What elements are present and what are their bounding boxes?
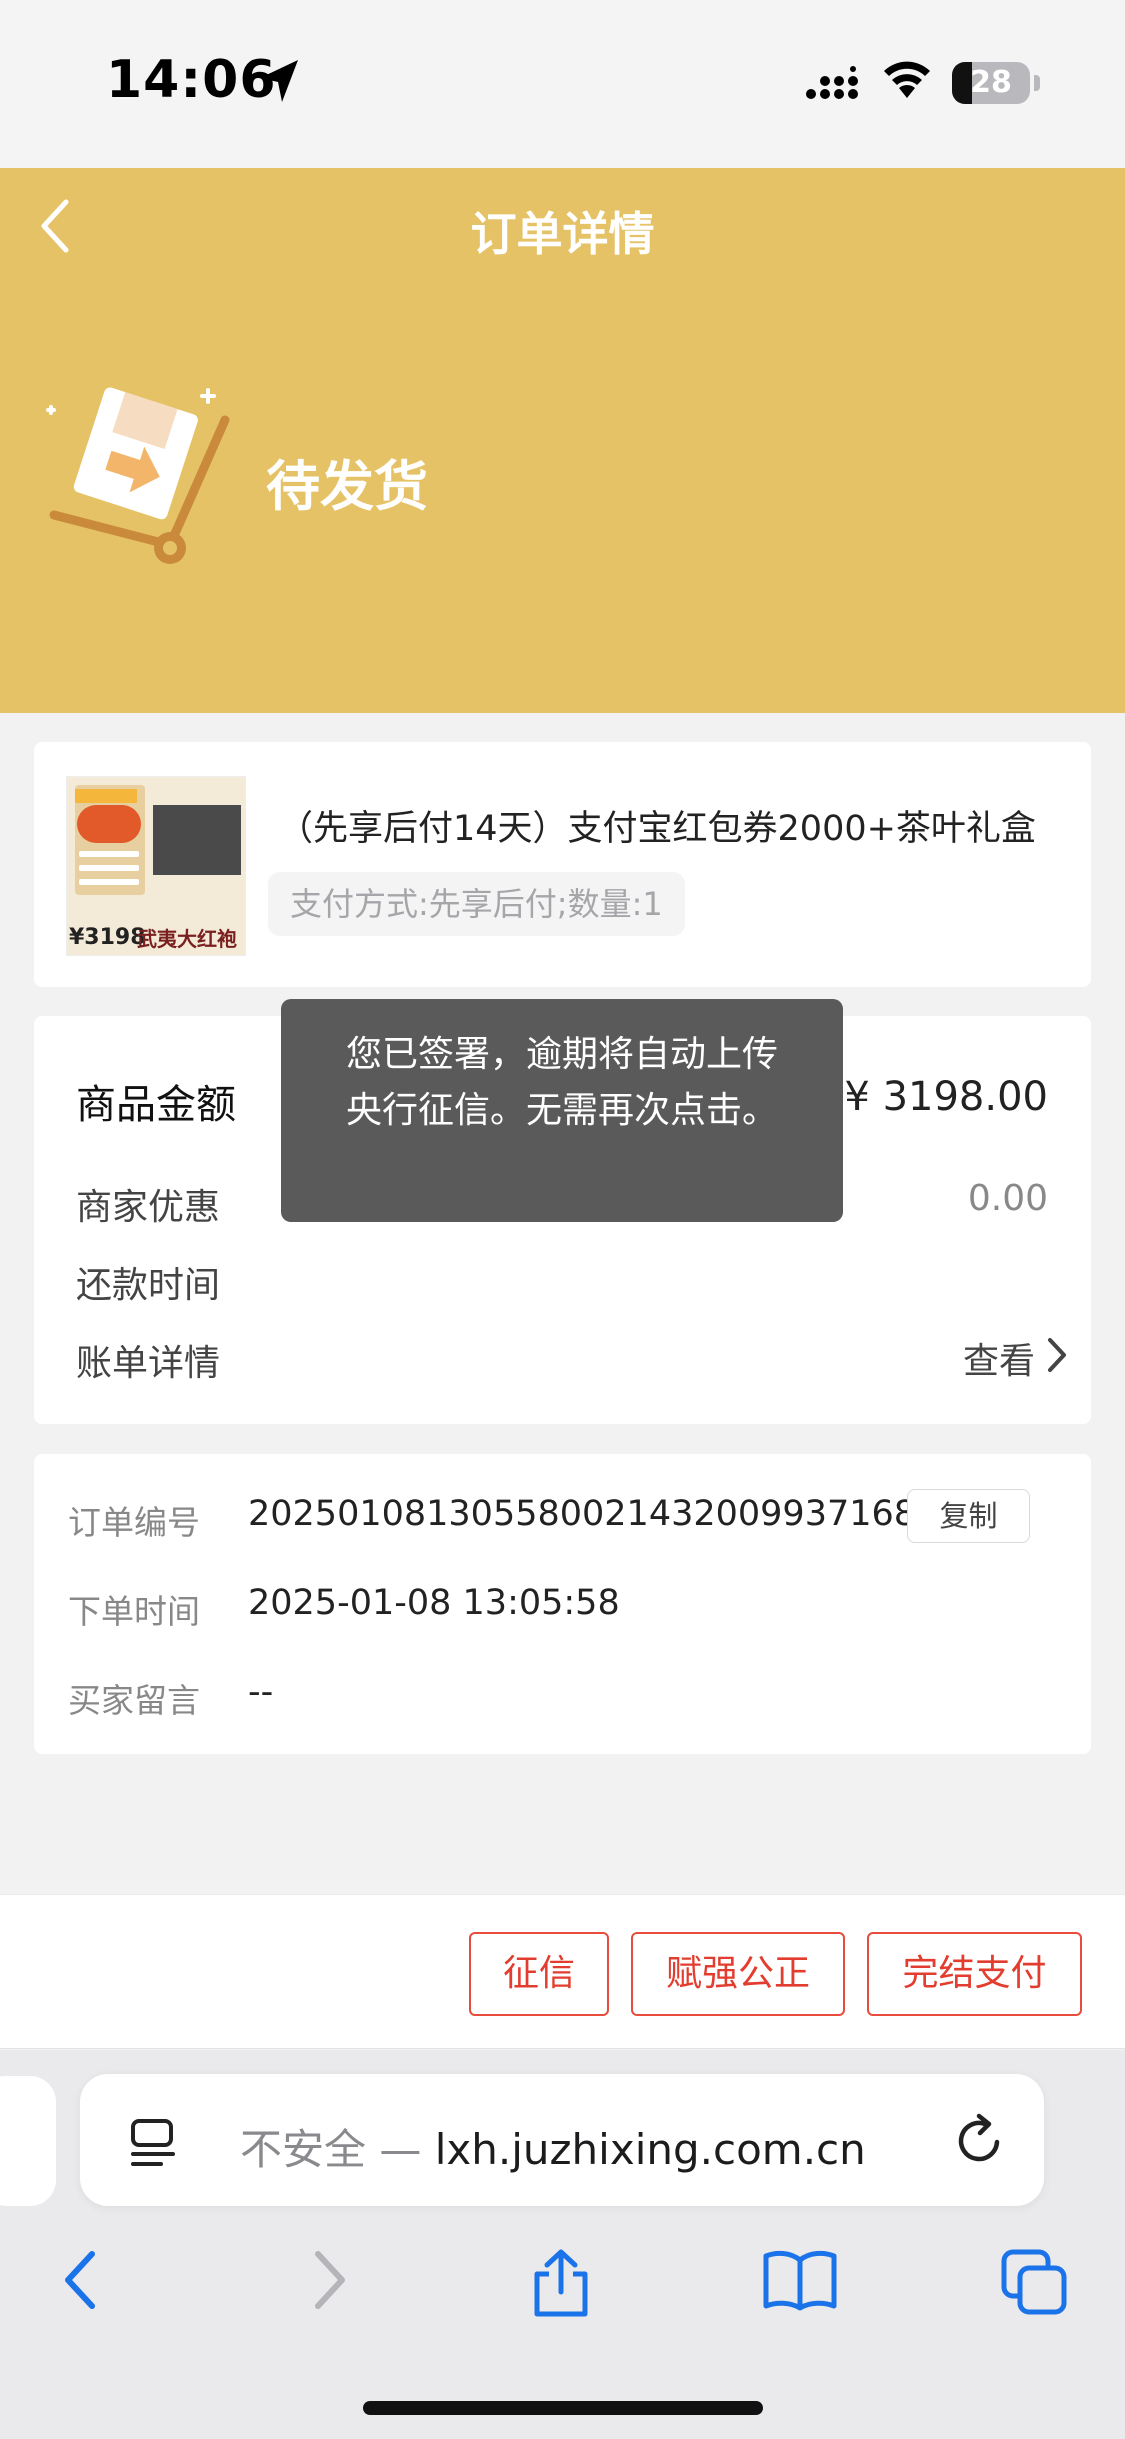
battery-indicator: 28	[952, 62, 1030, 104]
goods-amount-value: ¥ 3198.00	[844, 1074, 1048, 1120]
browser-forward-icon[interactable]	[306, 2248, 350, 2312]
finish-payment-button[interactable]: 完结支付	[867, 1932, 1082, 2016]
product-title: （先享后付14天）支付宝红包券2000+茶叶礼盒	[278, 809, 1036, 849]
insecure-label: 不安全 —	[240, 2125, 422, 2174]
bill-detail-label: 账单详情	[76, 1343, 221, 1384]
buyer-note-value: --	[248, 1672, 274, 1712]
url-text[interactable]: 不安全 — lxh.juzhixing.com.cn	[240, 2116, 866, 2177]
bookmarks-icon[interactable]	[762, 2248, 838, 2312]
order-no-value: 20250108130558002143200993716​8	[248, 1494, 917, 1534]
order-no-label: 订单编号	[68, 1503, 200, 1542]
thumb-brand: 武夷大红袍	[137, 927, 237, 951]
wifi-icon	[884, 61, 930, 98]
product-thumbnail: ¥3198 武夷大红袍	[66, 776, 246, 956]
thumb-gift-box	[77, 805, 141, 843]
page-title: 订单详情	[470, 207, 655, 261]
thumb-price: ¥3198	[69, 925, 146, 950]
previous-tab-preview[interactable]	[0, 2076, 56, 2206]
order-status-text: 待发货	[266, 455, 428, 518]
chevron-right-icon[interactable]	[1045, 1336, 1069, 1374]
product-spec-tag: 支付方式:先享后付;数量:1	[268, 872, 685, 936]
thumb-feature-list	[79, 851, 139, 901]
home-indicator[interactable]	[363, 2401, 763, 2415]
cellular-signal-icon	[806, 66, 858, 99]
status-time: 14:06	[106, 50, 277, 110]
copy-order-no-button[interactable]: 复制	[907, 1489, 1030, 1543]
thumb-tea-image	[153, 805, 241, 875]
reload-icon[interactable]	[955, 2112, 1005, 2166]
shipping-box-cart-icon	[46, 387, 230, 564]
order-time-value: 2025-01-08 13:05:58	[248, 1583, 620, 1623]
battery-level: 28	[970, 65, 1012, 100]
location-arrow-icon	[260, 60, 298, 102]
goods-amount-label: 商品金额	[76, 1082, 236, 1128]
merchant-discount-label: 商家优惠	[76, 1187, 221, 1228]
battery-cap	[1034, 75, 1040, 91]
page-menu-icon[interactable]	[130, 2118, 176, 2168]
view-bill-link[interactable]: 查看	[963, 1332, 1035, 1384]
buyer-note-label: 买家留言	[68, 1681, 200, 1720]
url-domain: lxh.juzhixing.com.cn	[434, 2125, 866, 2174]
toast-message: 您已签署，逾期将自动上传央行征信。无需再次点击。	[281, 999, 843, 1222]
merchant-discount-value: 0.00	[967, 1178, 1048, 1219]
thumb-coupon-tag	[75, 789, 137, 803]
credit-button[interactable]: 征信	[469, 1932, 609, 2016]
order-time-label: 下单时间	[68, 1592, 200, 1631]
repay-time-label: 还款时间	[76, 1265, 221, 1306]
notarization-button[interactable]: 赋强公正	[631, 1932, 845, 2016]
browser-back-icon[interactable]	[60, 2248, 104, 2312]
share-icon[interactable]	[529, 2248, 593, 2318]
tabs-icon[interactable]	[1000, 2248, 1070, 2318]
